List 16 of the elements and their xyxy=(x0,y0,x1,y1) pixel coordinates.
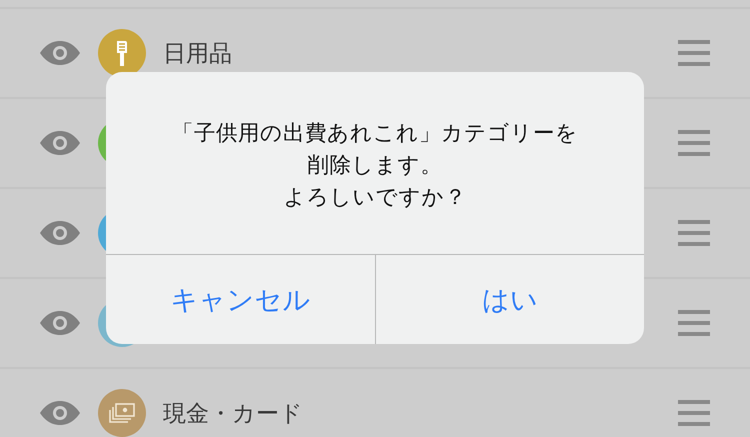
menu-icon[interactable] xyxy=(678,128,710,158)
menu-icon[interactable] xyxy=(678,308,710,338)
alert-message: 「子供用の出費あれこれ」カテゴリーを削除します。 xyxy=(171,120,579,180)
eye-icon[interactable] xyxy=(40,221,80,245)
menu-icon[interactable] xyxy=(678,218,710,248)
menu-icon[interactable] xyxy=(678,38,710,68)
alert-button[interactable]: はい xyxy=(374,255,644,344)
eye-icon[interactable] xyxy=(40,41,80,65)
alert-message: よろしいですか？ xyxy=(284,184,466,212)
alert-button[interactable]: キャンセル xyxy=(106,255,374,344)
eye-icon[interactable] xyxy=(40,401,80,425)
eye-icon[interactable] xyxy=(40,131,80,155)
category-name: 日用品 xyxy=(163,40,233,68)
category-name: 現金・カード xyxy=(163,400,304,428)
menu-icon[interactable] xyxy=(678,398,710,428)
eye-icon[interactable] xyxy=(40,311,80,335)
